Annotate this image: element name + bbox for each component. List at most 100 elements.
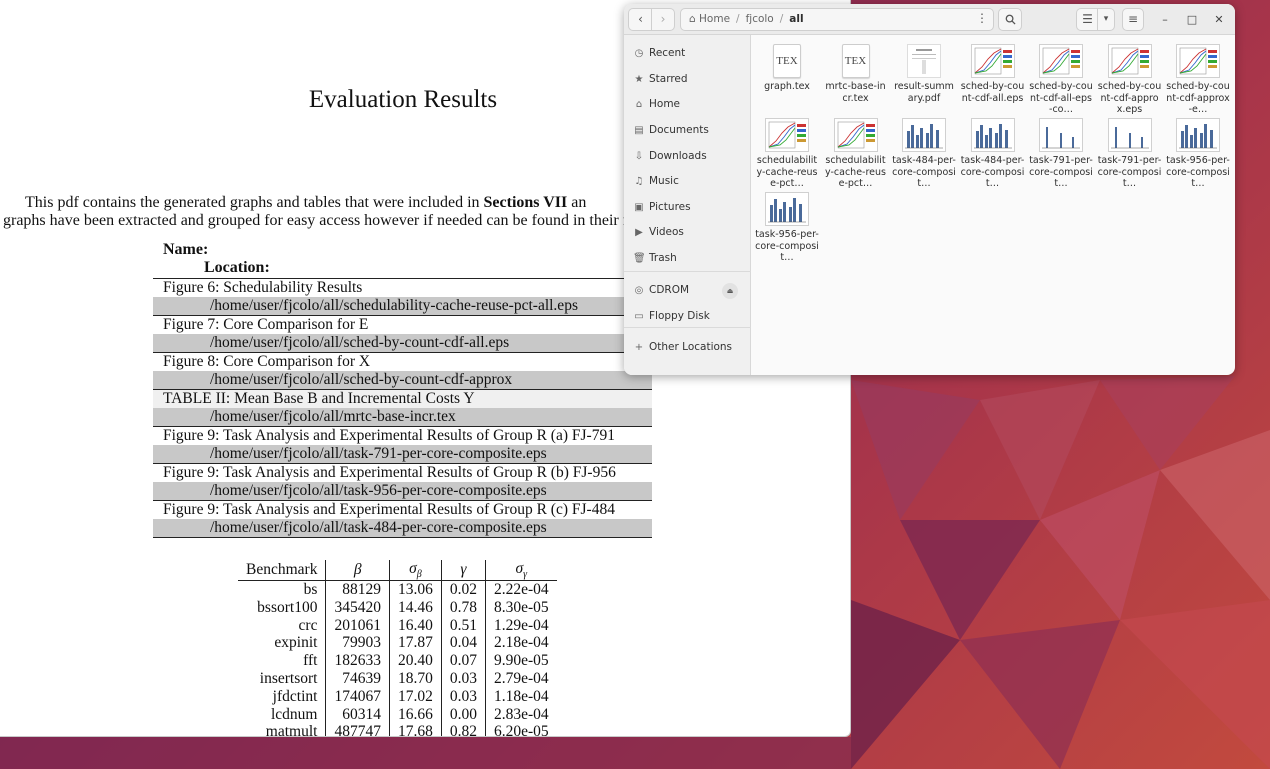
figure-table-header: Name: Location:	[163, 241, 270, 277]
file-item[interactable]: sched-by-count-cdf-approx.eps	[1098, 44, 1162, 116]
sigma-gamma-value: 2.83e-04	[484, 705, 557, 723]
music-icon: ♫	[634, 176, 644, 187]
home-icon: ⌂	[635, 99, 643, 110]
benchmark-row: bs 88129 13.06 0.02 2.22e-04	[238, 580, 557, 599]
sigma-gamma-value: 6.20e-05	[484, 722, 557, 736]
files-window[interactable]: ‹ › ⌂ Home / fjcolo / all ⋮ ☰ ▾ ≡ – □ ✕ ◷ Rec…	[624, 4, 1235, 375]
sigma-beta-value: 17.68	[388, 722, 442, 736]
forward-button[interactable]: ›	[651, 8, 675, 31]
file-item[interactable]: schedulability-cache-reuse-pct…	[824, 118, 888, 190]
kebab-menu-icon: ⋮	[976, 11, 988, 25]
path-bar[interactable]: ⌂ Home / fjcolo / all	[680, 8, 994, 31]
sidebar-item-label: Recent	[649, 47, 686, 59]
sidebar-item-trash[interactable]: 🗑 Trash	[624, 246, 751, 271]
path-menu-button[interactable]: ⋮	[971, 8, 993, 31]
close-icon: ✕	[1214, 13, 1224, 26]
file-item[interactable]: sched-by-count-cdf-all-eps-co…	[1029, 44, 1093, 116]
sidebar-separator	[624, 271, 751, 272]
path-all[interactable]: all	[789, 13, 803, 25]
sidebar-item-label: Trash	[649, 252, 677, 264]
gamma-value: 0.03	[440, 687, 486, 706]
sidebar-item-videos[interactable]: ▶ Videos	[624, 220, 751, 245]
sidebar-item-pictures[interactable]: ▣ Pictures	[624, 195, 751, 220]
file-item[interactable]: task-791-per-core-composit…	[1029, 118, 1093, 190]
eps-line-thumbnail	[1176, 44, 1220, 78]
col-gamma: γ	[440, 560, 486, 582]
sigma-beta-value: 14.46	[388, 598, 442, 617]
benchmark-row: lcdnum 60314 16.66 0.00 2.83e-04	[238, 705, 557, 723]
path-fjcolo[interactable]: fjcolo	[746, 13, 774, 25]
file-item[interactable]: schedulability-cache-reuse-pct…	[755, 118, 819, 190]
eps-bar-thumbnail	[1176, 118, 1220, 152]
figure-name: Figure 7: Core Comparison for E	[153, 316, 652, 334]
eps-bar-thumbnail	[1107, 118, 1152, 152]
figure-name: Figure 9: Task Analysis and Experimental…	[153, 501, 652, 519]
figure-row: Figure 9: Task Analysis and Experimental…	[153, 501, 652, 538]
sidebar-item-music[interactable]: ♫ Music	[624, 169, 751, 194]
benchmark-row: expinit 79903 17.87 0.04 2.18e-04	[238, 633, 557, 652]
gamma-value: 0.02	[440, 580, 486, 599]
beta-value: 487747	[325, 722, 390, 736]
file-item[interactable]: task-484-per-core-composit…	[961, 118, 1025, 190]
sidebar-item-label: Documents	[649, 124, 709, 136]
figure-row: Figure 7: Core Comparison for E/home/use…	[153, 316, 652, 353]
file-item[interactable]: TEX mrtc-base-incr.tex	[824, 44, 888, 104]
search-button[interactable]	[998, 8, 1022, 31]
main-menu-button[interactable]: ≡	[1122, 8, 1144, 31]
sigma-beta-value: 16.40	[388, 616, 442, 634]
eps-bar-thumbnail	[970, 118, 1015, 152]
file-name: schedulability-cache-reuse-pct…	[825, 155, 886, 189]
file-name: task-956-per-core-composit…	[1166, 155, 1230, 189]
file-item[interactable]: sched-by-count-cdf-approx-e…	[1166, 44, 1230, 116]
figure-path: /home/user/fjcolo/all/sched-by-count-cdf…	[153, 334, 652, 352]
search-icon	[1005, 14, 1016, 25]
figure-name: Figure 9: Task Analysis and Experimental…	[153, 427, 652, 445]
document-icon: ▤	[634, 125, 644, 136]
eps-line-thumbnail	[833, 118, 878, 152]
sidebar-item-recent[interactable]: ◷ Recent	[624, 41, 751, 66]
sidebar-item-other-locations[interactable]: + Other Locations	[624, 335, 751, 360]
sidebar-item-label: Music	[649, 175, 679, 187]
gamma-value: 0.78	[440, 598, 486, 617]
file-item[interactable]: sched-by-count-cdf-all.eps	[961, 44, 1025, 104]
eject-icon[interactable]: ⏏	[722, 283, 738, 299]
file-item[interactable]: result-summary.pdf	[892, 44, 956, 104]
file-name: sched-by-count-cdf-all.eps	[960, 81, 1025, 104]
col-benchmark: Benchmark	[238, 560, 326, 582]
beta-value: 79903	[325, 633, 390, 652]
minimize-icon: –	[1162, 13, 1168, 26]
path-home[interactable]: Home	[699, 13, 730, 25]
eps-line-thumbnail	[1107, 44, 1152, 78]
sidebar-item-home[interactable]: ⌂ Home	[624, 92, 751, 117]
file-item[interactable]: task-956-per-core-composit…	[755, 192, 819, 264]
sidebar-item-cdrom[interactable]: ◎ CDROM ⏏	[624, 278, 751, 303]
close-button[interactable]: ✕	[1211, 12, 1227, 28]
back-button[interactable]: ‹	[628, 8, 652, 31]
file-name: sched-by-count-cdf-approx-e…	[1166, 81, 1230, 115]
sidebar-item-documents[interactable]: ▤ Documents	[624, 118, 751, 143]
sidebar-item-starred[interactable]: ★ Starred	[624, 67, 751, 92]
list-view-button[interactable]: ☰	[1076, 8, 1098, 31]
sigma-gamma-value: 2.79e-04	[484, 669, 557, 688]
col-sigma-beta: σβ	[388, 560, 442, 582]
sidebar-item-floppy-disk[interactable]: ▭ Floppy Disk	[624, 304, 751, 329]
file-item[interactable]: task-956-per-core-composit…	[1166, 118, 1230, 190]
sidebar-item-downloads[interactable]: ⇩ Downloads	[624, 144, 751, 169]
file-item[interactable]: task-484-per-core-composit…	[892, 118, 956, 190]
view-options-button[interactable]: ▾	[1097, 8, 1115, 31]
beta-value: 182633	[325, 651, 390, 670]
plus-icon: +	[634, 342, 644, 353]
file-item[interactable]: task-791-per-core-composit…	[1098, 118, 1162, 190]
eps-line-thumbnail	[765, 118, 809, 152]
star-icon: ★	[634, 74, 644, 85]
maximize-button[interactable]: □	[1184, 12, 1200, 28]
file-name: schedulability-cache-reuse-pct…	[756, 155, 818, 189]
minimize-button[interactable]: –	[1157, 12, 1173, 28]
file-name: task-484-per-core-composit…	[960, 155, 1025, 189]
file-name: sched-by-count-cdf-all-eps-co…	[1029, 81, 1093, 115]
para-text-bold: Sections VII	[483, 194, 568, 211]
beta-value: 174067	[325, 687, 390, 706]
beta-value: 88129	[325, 580, 390, 599]
figure-name: TABLE II: Mean Base B and Incremental Co…	[153, 390, 652, 408]
file-item[interactable]: TEX graph.tex	[755, 44, 819, 93]
